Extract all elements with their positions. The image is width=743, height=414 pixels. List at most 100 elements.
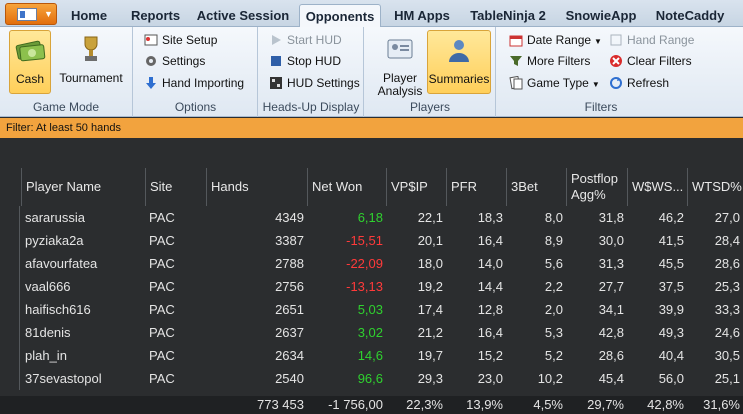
cell-postflop-agg: 30,0: [598, 233, 624, 248]
group-options: Site Setup Settings Hand Importing Optio…: [134, 27, 258, 117]
tournament-button[interactable]: Tournament: [55, 30, 127, 94]
row-selector[interactable]: [0, 229, 20, 252]
cell-player-name: afavourfatea: [25, 256, 98, 271]
cell-3bet: 10,2: [537, 371, 563, 386]
row-selector[interactable]: [0, 252, 20, 275]
tab-reports[interactable]: Reports: [122, 4, 189, 27]
row-selector[interactable]: [0, 367, 20, 390]
total-wtsd: 31,6%: [703, 397, 740, 412]
application-menu-button[interactable]: ▼: [5, 3, 57, 25]
hand-range-button[interactable]: Hand Range: [609, 30, 694, 50]
site-setup-button[interactable]: Site Setup: [144, 30, 217, 50]
tab-notecaddy[interactable]: NoteCaddy: [650, 4, 730, 27]
cell-postflop-agg: 27,7: [598, 279, 624, 294]
column-header-hands[interactable]: Hands: [206, 168, 307, 206]
group-label-options: Options: [174, 100, 217, 114]
start-hud-button[interactable]: Start HUD: [269, 30, 342, 50]
game-type-button[interactable]: Game Type ▼: [509, 73, 600, 93]
row-selector[interactable]: [0, 275, 20, 298]
ribbon-panel: Cash Tournament Game Mode Site Setup Set…: [0, 27, 743, 117]
trophy-icon: [84, 36, 98, 61]
cell-postflop-agg: 28,6: [598, 348, 624, 363]
cell-player-name: haifisch616: [25, 302, 91, 317]
tab-opponents[interactable]: Opponents: [299, 4, 381, 28]
cell-player-name: 37sevastopol: [25, 371, 102, 386]
calendar-icon: [509, 35, 523, 47]
tab-tableninja-2[interactable]: TableNinja 2: [466, 4, 550, 27]
tab-snowieapp[interactable]: SnowieApp: [560, 4, 642, 27]
table-row[interactable]: vaal666 PAC 2756 -13,13 19,2 14,4 2,2 27,7 37,5 2…: [0, 275, 743, 298]
column-header-pfr[interactable]: PFR: [446, 168, 506, 206]
cell-wtsd: 25,1: [714, 371, 740, 386]
refresh-button[interactable]: Refresh: [609, 73, 669, 93]
row-selector[interactable]: [0, 206, 20, 229]
clear-x-icon: [610, 55, 622, 67]
tournament-label: Tournament: [59, 71, 123, 85]
cell-pfr: 12,8: [477, 302, 503, 317]
cell-pfr: 14,4: [477, 279, 503, 294]
total-hands: 773 453: [257, 397, 304, 412]
site-setup-icon: [144, 34, 158, 46]
cash-button[interactable]: Cash: [9, 30, 51, 94]
table-row[interactable]: pyziaka2a PAC 3387 -15,51 20,1 16,4 8,9 30,0 41,…: [0, 229, 743, 252]
chevron-down-icon: ▼: [594, 37, 602, 46]
cell-3bet: 8,9: [544, 233, 563, 248]
cell-site: PAC: [149, 302, 175, 317]
cell-wws: 56,0: [658, 371, 684, 386]
settings-button[interactable]: Settings: [144, 51, 205, 71]
table-row[interactable]: sararussia PAC 4349 6,18 22,1 18,3 8,0 31,8 46,2…: [0, 206, 743, 229]
stop-hud-button[interactable]: Stop HUD: [269, 51, 341, 71]
cell-hands: 2756: [275, 279, 304, 294]
start-hud-label: Start HUD: [287, 33, 342, 47]
cell-net-won: 6,18: [357, 210, 383, 225]
cell-wws: 40,4: [658, 348, 684, 363]
row-selector-header: [0, 168, 21, 206]
summaries-label: Summaries: [428, 72, 490, 86]
stop-icon: [271, 56, 281, 66]
column-header-3bet[interactable]: 3Bet: [506, 168, 566, 206]
cell-wws: 46,2: [658, 210, 684, 225]
cell-pfr: 16,4: [477, 325, 503, 340]
tab-home[interactable]: Home: [64, 4, 114, 27]
totals-row: 773 453 -1 756,00 22,3% 13,9% 4,5% 29,7%…: [0, 396, 743, 414]
cell-net-won: 5,03: [357, 302, 383, 317]
cell-wws: 37,5: [658, 279, 684, 294]
row-selector[interactable]: [0, 344, 20, 367]
cell-pfr: 16,4: [477, 233, 503, 248]
row-selector[interactable]: [0, 321, 20, 344]
cell-pfr: 18,3: [477, 210, 503, 225]
column-header-net-won[interactable]: Net Won: [307, 168, 386, 206]
column-header-postflop-agg[interactable]: Postflop Agg%: [566, 168, 627, 206]
cash-icon: [15, 40, 46, 62]
summaries-button[interactable]: Summaries: [427, 30, 491, 94]
column-header-player-name[interactable]: Player Name: [21, 168, 145, 206]
row-selector[interactable]: [0, 298, 20, 321]
more-filters-button[interactable]: More Filters: [509, 51, 590, 71]
cell-site: PAC: [149, 233, 175, 248]
cell-site: PAC: [149, 210, 175, 225]
cell-site: PAC: [149, 279, 175, 294]
table-row[interactable]: haifisch616 PAC 2651 5,03 17,4 12,8 2,0 34,1 39,…: [0, 298, 743, 321]
player-analysis-button[interactable]: Player Analysis: [373, 30, 427, 98]
column-header-site[interactable]: Site: [145, 168, 206, 206]
hud-settings-button[interactable]: HUD Settings: [269, 73, 360, 93]
clear-filters-button[interactable]: Clear Filters: [609, 51, 692, 71]
hand-importing-button[interactable]: Hand Importing: [144, 73, 244, 93]
column-header-vpip[interactable]: VP$IP: [386, 168, 446, 206]
tab-active-session[interactable]: Active Session: [196, 4, 290, 27]
hand-range-label: Hand Range: [627, 33, 695, 47]
date-range-button[interactable]: Date Range ▼: [509, 30, 602, 50]
table-row[interactable]: 37sevastopol PAC 2540 96,6 29,3 23,0 10,2 45,4 5…: [0, 367, 743, 390]
group-label-hud: Heads-Up Display: [262, 100, 360, 114]
cell-3bet: 5,6: [544, 256, 563, 271]
cell-player-name: pyziaka2a: [25, 233, 84, 248]
player-analysis-label: Player Analysis: [377, 71, 423, 98]
cell-3bet: 2,0: [544, 302, 563, 317]
table-row[interactable]: afavourfatea PAC 2788 -22,09 18,0 14,0 5,6 31,3…: [0, 252, 743, 275]
table-row[interactable]: plah_in PAC 2634 14,6 19,7 15,2 5,2 28,6 40,4 30,…: [0, 344, 743, 367]
column-header-wtsd[interactable]: WTSD%: [687, 168, 743, 206]
tab-hm-apps[interactable]: HM Apps: [390, 4, 454, 27]
column-header-wws[interactable]: W$WS...: [627, 168, 687, 206]
application-icon: [17, 8, 37, 21]
table-row[interactable]: 81denis PAC 2637 3,02 21,2 16,4 5,3 42,8 49,3 24,…: [0, 321, 743, 344]
